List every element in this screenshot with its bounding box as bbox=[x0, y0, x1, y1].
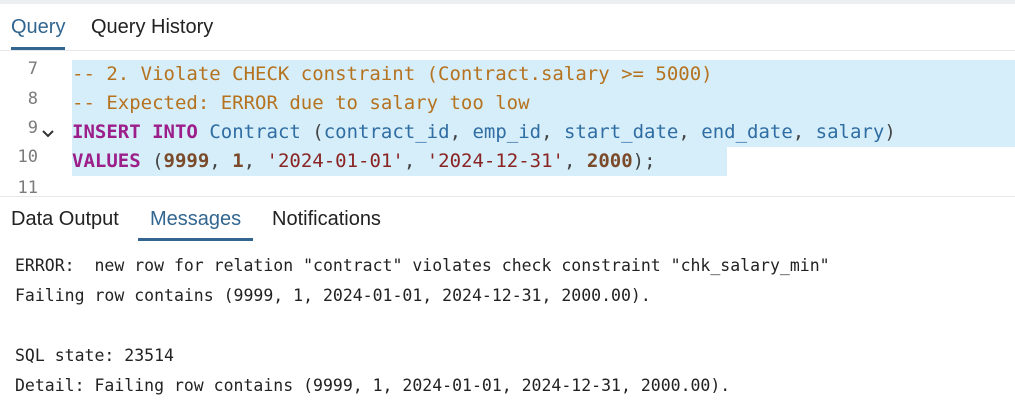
tab-data-output[interactable]: Data Output bbox=[11, 197, 119, 241]
code-token: end_date bbox=[701, 121, 793, 143]
line-number: 10 bbox=[17, 147, 38, 167]
code-token: , bbox=[449, 121, 473, 143]
line-number: 7 bbox=[27, 59, 38, 79]
results-tab-bar: Data Output Messages Notifications bbox=[0, 197, 1015, 243]
messages-panel: ERROR: new row for relation "contract" v… bbox=[0, 243, 1015, 409]
code-token: start_date bbox=[563, 121, 679, 143]
code-token: emp_id bbox=[472, 121, 542, 143]
code-token: contract_id bbox=[323, 121, 450, 143]
code-token: , bbox=[243, 150, 267, 172]
message-line: Detail: Failing row contains (9999, 1, 2… bbox=[15, 376, 731, 395]
message-line: ERROR: new row for relation "contract" v… bbox=[15, 256, 830, 275]
tab-notifications[interactable]: Notifications bbox=[272, 197, 381, 241]
code-token: ); bbox=[632, 150, 656, 172]
code-token: '2024-01-01' bbox=[266, 150, 404, 172]
code-line-8: -- Expected: ERROR due to salary too low bbox=[72, 89, 1015, 118]
tab-query[interactable]: Query bbox=[11, 4, 66, 50]
code-token: '2024-12-31' bbox=[426, 150, 564, 172]
code-token: , bbox=[541, 121, 564, 143]
code-token: 2000 bbox=[586, 150, 633, 172]
code-line-10: VALUES (9999, 1, '2024-01-01', '2024-12-… bbox=[72, 147, 727, 176]
editor-tab-bar: Query Query History bbox=[0, 4, 1015, 51]
line-number: 11 bbox=[17, 178, 38, 196]
code-token: -- 2. Violate CHECK constraint (Contract… bbox=[72, 63, 713, 85]
code-line-7: -- 2. Violate CHECK constraint (Contract… bbox=[72, 60, 1015, 89]
line-number: 8 bbox=[27, 89, 38, 109]
code-token: , bbox=[792, 121, 816, 143]
code-token: ( bbox=[300, 121, 324, 143]
tab-messages[interactable]: Messages bbox=[137, 197, 254, 241]
code-token: , bbox=[403, 150, 427, 172]
line-number: 9 bbox=[27, 118, 38, 138]
code-line-9: INSERT INTO Contract (contract_id, emp_i… bbox=[72, 118, 1015, 147]
message-line: Failing row contains (9999, 1, 2024-01-0… bbox=[15, 286, 651, 305]
code-token: 1 bbox=[232, 150, 244, 172]
tab-query-history[interactable]: Query History bbox=[91, 4, 213, 50]
chevron-down-icon[interactable] bbox=[41, 127, 55, 141]
sql-editor[interactable]: 7 8 9 10 11 -- 2. Violate CHECK constrai… bbox=[0, 51, 1015, 196]
code-token: , bbox=[678, 121, 702, 143]
code-token: 9999 bbox=[163, 150, 210, 172]
code-token: , bbox=[209, 150, 233, 172]
code-token: VALUES bbox=[72, 150, 141, 172]
code-token: ( bbox=[140, 150, 164, 172]
code-token: , bbox=[563, 150, 587, 172]
message-line: SQL state: 23514 bbox=[15, 346, 174, 365]
code-token: salary bbox=[815, 121, 885, 143]
code-token: -- Expected: ERROR due to salary too low bbox=[72, 92, 530, 114]
code-token: Contract bbox=[209, 121, 301, 143]
code-token: INTO bbox=[152, 121, 198, 143]
code-token: INSERT bbox=[72, 121, 141, 143]
code-token: ) bbox=[884, 121, 896, 143]
